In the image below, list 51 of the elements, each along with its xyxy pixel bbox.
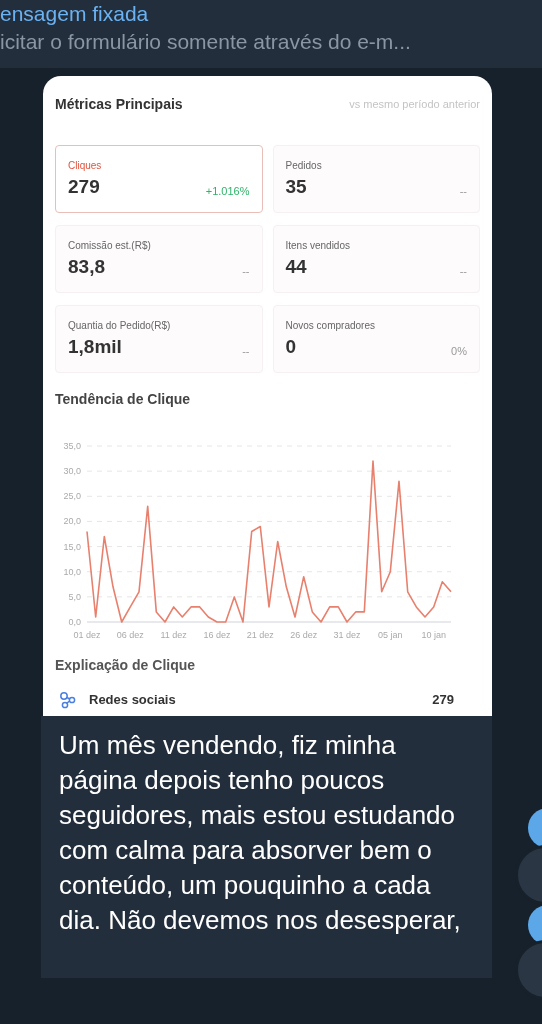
- source-count: 279: [432, 691, 454, 709]
- metric-value: 44: [285, 255, 307, 279]
- metric-card[interactable]: Itens vendidos 44 --: [272, 225, 480, 293]
- x-tick-label: 06 dez: [116, 630, 144, 640]
- metric-card[interactable]: Comissão est.(R$) 83,8 --: [55, 225, 263, 293]
- metric-change: --: [242, 344, 250, 359]
- pinned-title: ensagem fixada: [0, 1, 150, 27]
- metric-change: --: [459, 184, 467, 199]
- y-tick-label: 0,0: [68, 617, 81, 627]
- y-tick-label: 25,0: [63, 491, 81, 502]
- metric-label: Pedidos: [285, 159, 323, 173]
- metric-value: 279: [68, 175, 100, 199]
- metric-label: Comissão est.(R$): [68, 239, 152, 253]
- metric-value: 35: [285, 175, 307, 199]
- x-tick-label: 21 dez: [246, 630, 274, 640]
- section-title: Tendência de Clique: [55, 390, 192, 409]
- x-tick-label: 16 dez: [203, 630, 231, 640]
- metric-card[interactable]: Pedidos 35 --: [272, 145, 480, 213]
- y-tick-label: 20,0: [63, 516, 81, 527]
- metric-card[interactable]: Novos compradores 0 0%: [272, 305, 480, 373]
- metric-card[interactable]: Quantia do Pedido(R$) 1,8mil --: [55, 305, 263, 373]
- x-tick-label: 01 dez: [73, 630, 101, 640]
- metric-value: 1,8mil: [68, 335, 122, 359]
- metric-change: 0%: [451, 344, 467, 359]
- y-tick-label: 5,0: [68, 591, 81, 602]
- x-tick-label: 10 jan: [421, 630, 446, 640]
- x-tick-label: 31 dez: [333, 630, 361, 640]
- y-tick-label: 35,0: [63, 441, 81, 451]
- x-tick-label: 05 jan: [378, 630, 403, 640]
- metric-label: Itens vendidos: [285, 239, 351, 253]
- pinned-message-bar[interactable]: ensagem fixada icitar o formulário somente através do e-m...: [0, 0, 542, 68]
- network-icon: [59, 690, 77, 709]
- metric-label: Quantia do Pedido(R$): [68, 319, 172, 333]
- metric-change: --: [459, 264, 467, 279]
- metric-change: +1.016%: [205, 184, 250, 199]
- metric-label: Cliques: [68, 159, 103, 173]
- source-name: Redes sociais: [89, 691, 177, 709]
- metric-card[interactable]: Cliques 279 +1.016%: [55, 145, 263, 213]
- metric-value: 83,8: [68, 255, 105, 279]
- metric-value: 0: [285, 335, 297, 359]
- x-tick-label: 11 dez: [160, 630, 187, 640]
- y-tick-label: 10,0: [63, 566, 81, 577]
- section-title: Explicação de Clique: [55, 656, 197, 675]
- y-tick-label: 30,0: [63, 466, 81, 477]
- metric-change: --: [242, 264, 250, 279]
- metric-label: Novos compradores: [285, 319, 376, 333]
- x-tick-label: 26 dez: [290, 630, 318, 640]
- y-tick-label: 15,0: [63, 541, 81, 552]
- message-text: Um mês vendendo, fiz minha página depois tenho poucos seguidores, mais estou estudando com calma para absorver bem o conteúdo, um pouquinho a cada dia. Não devemos nos desesperar,: [59, 728, 462, 937]
- section-title: Métricas Principais: [55, 95, 183, 114]
- pinned-text: icitar o formulário somente através do e-m...: [0, 29, 412, 55]
